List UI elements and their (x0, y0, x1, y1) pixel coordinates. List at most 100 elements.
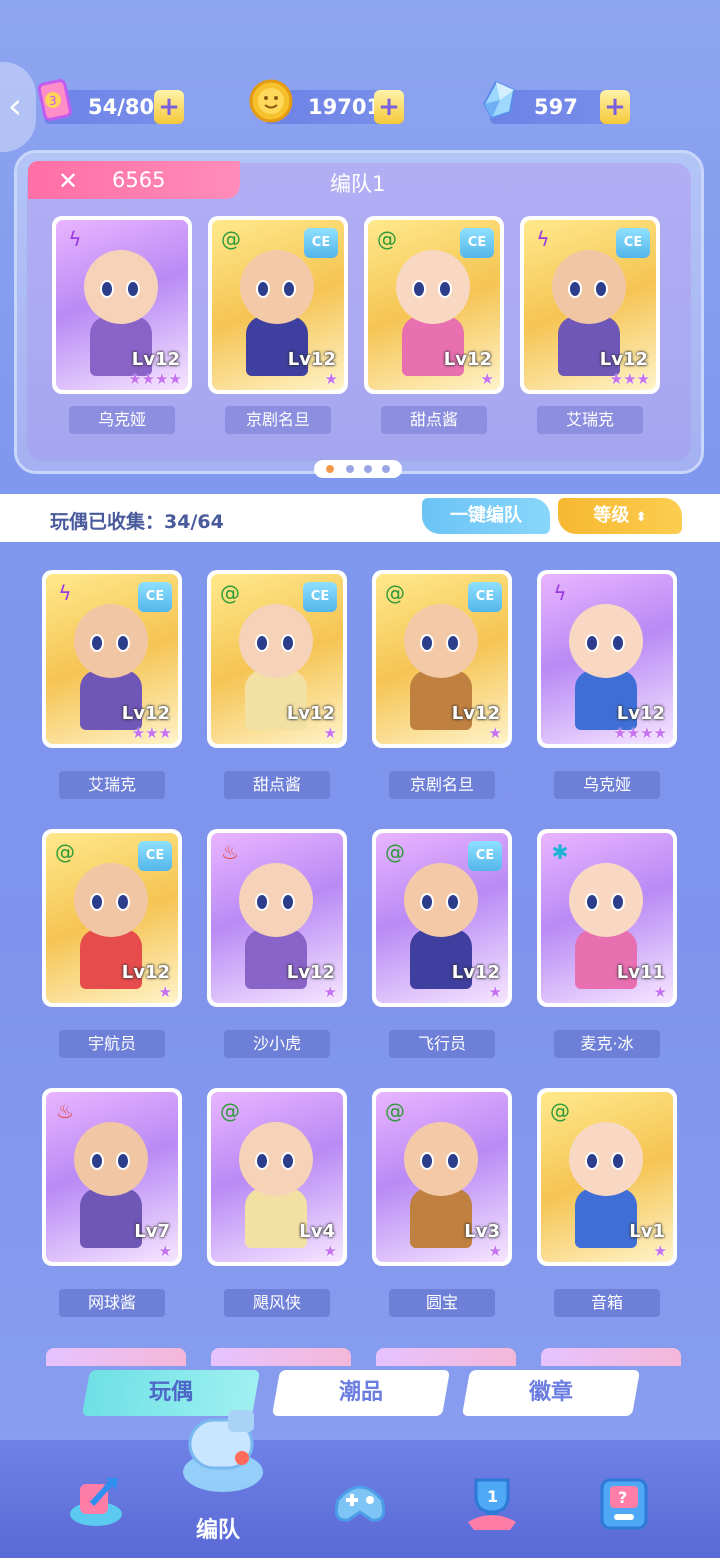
character-level: Lv7 (134, 1221, 170, 1242)
doll-card[interactable]: ϟ Lv12 ★★★★ (537, 570, 677, 748)
ce-crown-icon: CE (460, 228, 494, 258)
team-member-card[interactable]: ϟ CE Lv12 ★★★ (520, 216, 660, 394)
ce-crown-icon: CE (468, 841, 502, 871)
character-eye (116, 1152, 130, 1170)
character-portrait: ✱ Lv11 ★ (541, 833, 673, 1003)
star-rating-icon: ★ (488, 724, 502, 742)
character-eye (420, 634, 434, 652)
team-page-indicator (314, 460, 402, 478)
character-head (569, 1122, 643, 1196)
team-power-value: 6565 (112, 168, 166, 192)
doll-name: 音箱 (554, 1289, 660, 1317)
star-rating-icon: ★★★ (131, 724, 172, 742)
wind-element-icon: @ (220, 1099, 240, 1123)
thunder-element-icon: ϟ (553, 581, 567, 605)
doll-card[interactable]: @ CE Lv12 ★ (372, 829, 512, 1007)
nav-game[interactable] (320, 1466, 400, 1546)
character-eye (282, 280, 296, 298)
tab-badges[interactable]: 徽章 (461, 1370, 641, 1416)
character-eye (420, 893, 434, 911)
page-dot-active[interactable] (326, 465, 334, 473)
whistle-icon[interactable] (176, 1400, 270, 1500)
team-member-card[interactable]: @ CE Lv12 ★ (364, 216, 504, 394)
doll-name: 乌克娅 (554, 771, 660, 799)
character-level: Lv12 (599, 349, 648, 370)
character-portrait: @ CE Lv12 ★ (46, 833, 178, 1003)
coin-plus-button[interactable]: + (374, 90, 404, 124)
character-level: Lv12 (121, 703, 170, 724)
wind-element-icon: @ (550, 1099, 570, 1123)
doll-card-partial[interactable] (376, 1348, 516, 1366)
coin-value: 19701 (308, 95, 382, 119)
character-eye (90, 634, 104, 652)
doll-card[interactable]: @ Lv4 ★ (207, 1088, 347, 1266)
doll-card-partial[interactable] (46, 1348, 186, 1366)
character-eye (611, 893, 625, 911)
doll-name: 甜点酱 (224, 771, 330, 799)
auto-team-button[interactable]: 一键编队 (422, 498, 550, 534)
doll-name: 沙小虎 (224, 1030, 330, 1058)
doll-card[interactable]: ϟ CE Lv12 ★★★ (42, 570, 182, 748)
crystal-icon (482, 80, 516, 120)
character-eye (585, 1152, 599, 1170)
doll-card[interactable]: @ CE Lv12 ★ (372, 570, 512, 748)
doll-name: 飞行员 (389, 1030, 495, 1058)
wind-element-icon: @ (385, 581, 405, 605)
nav-upgrade[interactable] (56, 1466, 136, 1546)
svg-text:?: ? (618, 1488, 627, 1507)
character-eye (255, 1152, 269, 1170)
doll-card[interactable]: ✱ Lv11 ★ (537, 829, 677, 1007)
character-eye (100, 280, 114, 298)
upgrade-arrow-icon (70, 1478, 122, 1526)
character-head (404, 863, 478, 937)
sort-by-level-button[interactable]: 等级 ⬍ (558, 498, 682, 534)
team-member-card[interactable]: @ CE Lv12 ★ (208, 216, 348, 394)
star-rating-icon: ★ (653, 983, 667, 1001)
character-portrait: @ Lv4 ★ (211, 1092, 343, 1262)
doll-card[interactable]: @ Lv1 ★ (537, 1088, 677, 1266)
doll-card-partial[interactable] (541, 1348, 681, 1366)
nav-mystery[interactable]: ? (584, 1466, 664, 1546)
character-head (569, 604, 643, 678)
star-rating-icon: ★ (488, 983, 502, 1001)
character-eye (585, 634, 599, 652)
character-eye (568, 280, 582, 298)
character-eye (255, 893, 269, 911)
ce-crown-icon: CE (138, 582, 172, 612)
character-eye (281, 893, 295, 911)
character-portrait: @ Lv1 ★ (541, 1092, 673, 1262)
tab-trends[interactable]: 潮品 (271, 1370, 451, 1416)
doll-name: 艾瑞克 (59, 771, 165, 799)
doll-name: 飓风侠 (224, 1289, 330, 1317)
page-dot[interactable] (364, 465, 372, 473)
svg-text:1: 1 (487, 1487, 498, 1506)
star-rating-icon: ★ (480, 370, 494, 388)
doll-card[interactable]: @ CE Lv12 ★ (207, 570, 347, 748)
doll-card[interactable]: ♨ Lv7 ★ (42, 1088, 182, 1266)
page-dot[interactable] (382, 465, 390, 473)
stamina-plus-button[interactable]: + (154, 90, 184, 124)
doll-card[interactable]: @ CE Lv12 ★ (42, 829, 182, 1007)
star-rating-icon: ★ (158, 1242, 172, 1260)
wind-element-icon: @ (221, 227, 241, 251)
crystal-plus-button[interactable]: + (600, 90, 630, 124)
doll-card[interactable]: @ Lv3 ★ (372, 1088, 512, 1266)
team-member-card[interactable]: ϟ Lv12 ★★★★ (52, 216, 192, 394)
character-level: Lv12 (286, 703, 335, 724)
character-portrait: ♨ Lv7 ★ (46, 1092, 178, 1262)
character-portrait: @ CE Lv12 ★ (212, 220, 344, 390)
crossed-swords-icon: ✕ (58, 167, 79, 195)
character-portrait: @ CE Lv12 ★ (368, 220, 500, 390)
character-eye (611, 634, 625, 652)
page-dot[interactable] (346, 465, 354, 473)
doll-card[interactable]: ♨ Lv12 ★ (207, 829, 347, 1007)
nav-ranking[interactable]: 1 (452, 1466, 532, 1546)
character-head (84, 250, 158, 324)
star-rating-icon: ★★★★ (128, 370, 182, 388)
star-rating-icon: ★★★★ (613, 724, 667, 742)
doll-card-partial[interactable] (211, 1348, 351, 1366)
star-rating-icon: ★ (323, 983, 337, 1001)
wind-element-icon: @ (220, 581, 240, 605)
character-level: Lv1 (629, 1221, 665, 1242)
character-eye (281, 1152, 295, 1170)
